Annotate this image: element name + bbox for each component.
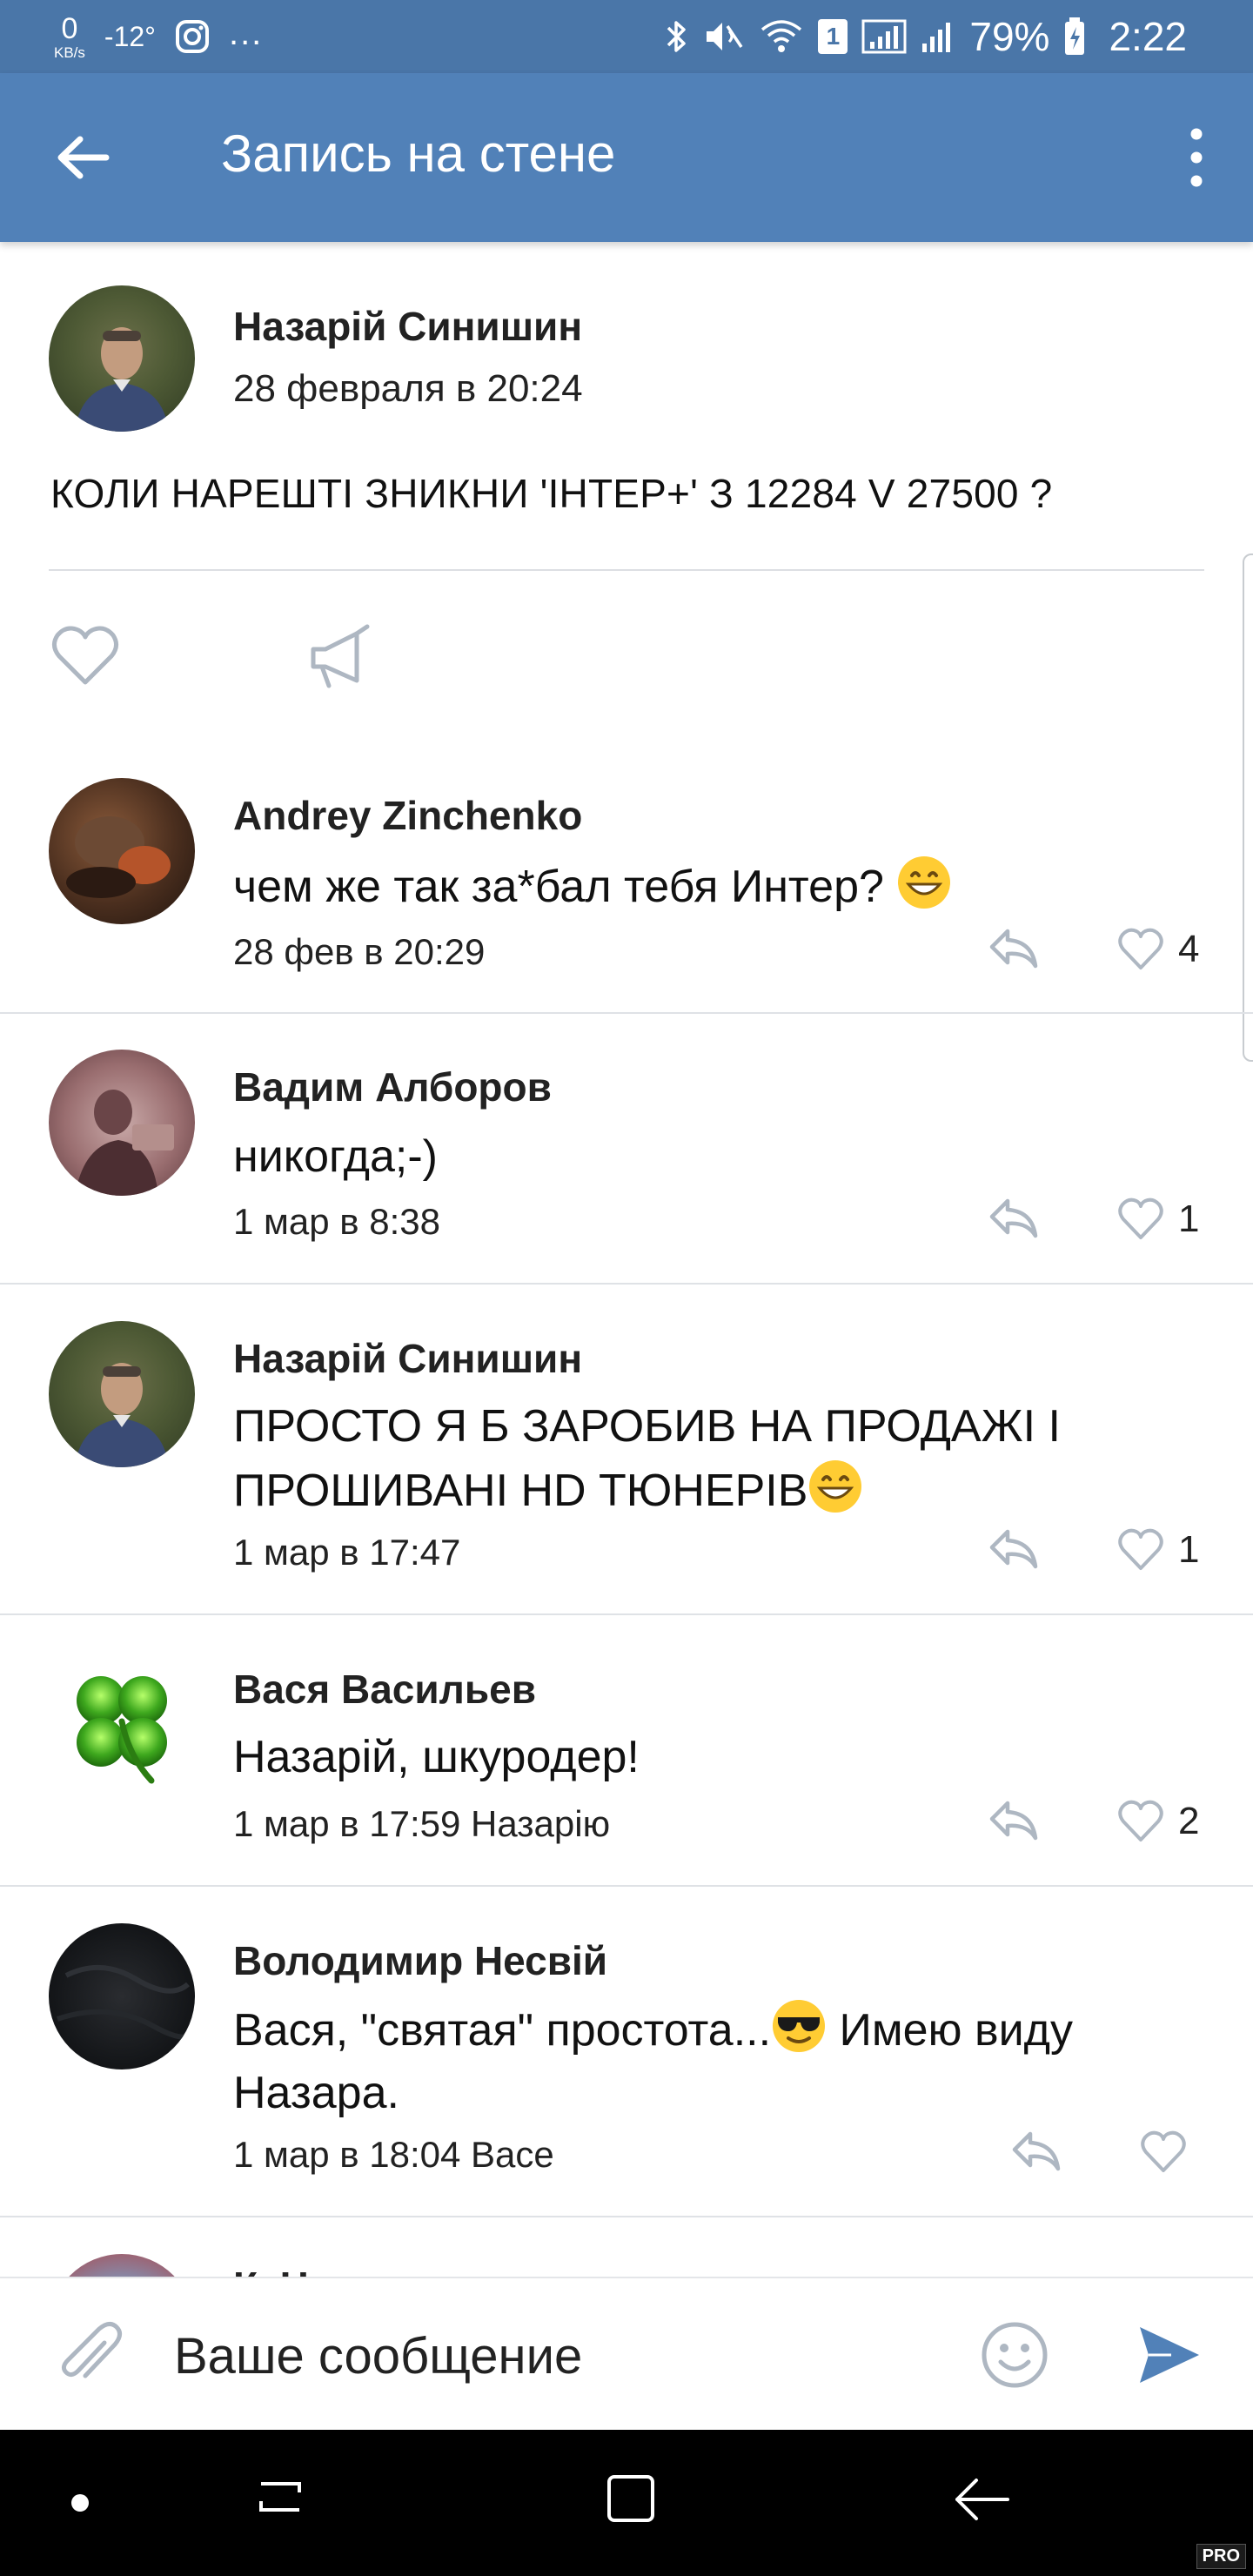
status-bar-left: 0 KB/s -12° ...: [54, 12, 263, 61]
reply-icon[interactable]: [987, 1798, 1041, 1843]
heart-icon[interactable]: [50, 625, 120, 688]
comment-author-name[interactable]: Назарій Синишин: [233, 1335, 582, 1382]
comment-author-name[interactable]: Andrey Zinchenko: [233, 792, 582, 839]
reply-icon[interactable]: [1009, 2129, 1063, 2174]
like-count: 4: [1178, 928, 1200, 970]
comment-text: Назарій, шкуродер!: [233, 1732, 640, 1782]
comment-separator: [0, 1283, 1253, 1285]
status-bar-right: 1 79% 2:22: [663, 10, 1187, 63]
comment-separator: [0, 1012, 1253, 1014]
comment-separator: [0, 2216, 1253, 2217]
like-count: 1: [1178, 1197, 1200, 1240]
more-vertical-icon[interactable]: [1183, 125, 1209, 190]
comment-author-name[interactable]: Володимир Несвій: [233, 1937, 607, 1984]
comment-avatar[interactable]: [49, 778, 195, 924]
reply-icon[interactable]: [987, 1196, 1041, 1241]
home-icon[interactable]: [600, 2468, 661, 2529]
comment-meta: 28 фев в 20:29: [233, 931, 486, 972]
comment-text-line2-wrap: ПРОШИВАНІ HD ТЮНЕРІВ: [233, 1459, 1208, 1523]
comment-meta: 1 мар в 8:38: [233, 1201, 441, 1242]
page-title: Запись на стене: [221, 124, 616, 183]
comment-avatar[interactable]: [49, 1321, 195, 1467]
comment-text-line2: Назара.: [233, 2067, 399, 2118]
comment-avatar[interactable]: [49, 1652, 195, 1798]
app-bar: Запись на стене: [0, 73, 1253, 242]
clover-icon: [77, 1676, 167, 1784]
signal-icon: [861, 19, 907, 54]
grinning-emoji-icon: [809, 1459, 862, 1513]
comment-separator: [0, 1885, 1253, 1887]
send-icon[interactable]: [1136, 2322, 1203, 2388]
watermark-text: PRO: [1202, 2546, 1240, 2566]
post-author-name[interactable]: Назарій Синишин: [233, 303, 582, 350]
comment-text-content: чем же так за*бал тебя Интер?: [233, 862, 897, 912]
network-speed-value: 0: [61, 11, 78, 45]
nav-dot-icon[interactable]: [71, 2494, 89, 2512]
battery-icon: [1065, 17, 1085, 55]
message-input-bar: [0, 2277, 1253, 2432]
status-bar: 0 KB/s -12° ... 1 79% 2:22: [0, 0, 1253, 73]
heart-icon[interactable]: [1117, 928, 1164, 971]
post-text: КОЛИ НАРЕШТІ ЗНИКНИ 'ІНТЕР+' З 12284 V 2…: [50, 471, 1053, 516]
network-speed-unit: KB/s: [54, 44, 85, 61]
sim-badge-label: 1: [826, 23, 841, 50]
comment-text-line1-wrap: Вася, "святая" простота... Имею виду: [233, 1998, 1208, 2063]
system-nav-bar: PRO: [0, 2430, 1253, 2576]
comment-avatar[interactable]: [49, 1050, 195, 1196]
more-notifications: ...: [228, 13, 264, 52]
paperclip-icon[interactable]: [52, 2317, 125, 2395]
comment-text-part2: Имею виду: [827, 2005, 1073, 2056]
scroll-indicator[interactable]: [1243, 553, 1253, 1062]
network-speed: 0 KB/s: [54, 14, 85, 60]
post-author-avatar[interactable]: [49, 285, 195, 432]
reply-icon[interactable]: [987, 1526, 1041, 1572]
heart-icon[interactable]: [1140, 2130, 1187, 2174]
smile-icon[interactable]: [980, 2320, 1049, 2390]
watermark-logo: PRO: [1196, 2544, 1246, 2569]
comment-text-part1: Вася, "святая" простота...: [233, 2005, 772, 2056]
battery-percent: 79%: [969, 14, 1050, 59]
comment-text: чем же так за*бал тебя Интер?: [233, 855, 1208, 919]
instagram-icon: [175, 20, 209, 53]
comment-meta: 1 мар в 18:04 Васе: [233, 2134, 554, 2175]
comment-text-line1: ПРОСТО Я Б ЗАРОБИВ НА ПРОДАЖІ І: [233, 1401, 1061, 1452]
nav-back-icon[interactable]: [950, 2472, 1013, 2527]
comment-text: никогда;-): [233, 1131, 438, 1182]
recent-apps-icon[interactable]: [252, 2472, 308, 2527]
comment-separator: [0, 1613, 1253, 1615]
heart-icon[interactable]: [1117, 1197, 1164, 1241]
clock: 2:22: [1109, 14, 1187, 59]
reply-icon[interactable]: [987, 926, 1041, 971]
comment-text-line2: ПРОШИВАНІ HD ТЮНЕРІВ: [233, 1465, 808, 1516]
comment-meta: 1 мар в 17:59 Назарію: [233, 1803, 611, 1844]
post-date: 28 февраля в 20:24: [233, 367, 583, 410]
heart-icon[interactable]: [1117, 1528, 1164, 1572]
like-count: 2: [1178, 1800, 1200, 1842]
grinning-emoji-icon: [898, 856, 951, 909]
heart-icon[interactable]: [1117, 1800, 1164, 1843]
mute-icon: [707, 23, 743, 50]
bluetooth-icon: [667, 21, 687, 52]
sunglasses-emoji-icon: [773, 2000, 826, 2052]
comment-text: ПРОСТО Я Б ЗАРОБИВ НА ПРОДАЖІ І ПРОШИВАН…: [233, 1396, 1208, 1523]
comment-author-name[interactable]: Вася Васильев: [233, 1666, 536, 1713]
temperature: -12°: [104, 20, 156, 52]
arrow-left-icon[interactable]: [52, 127, 113, 188]
like-count: 1: [1178, 1528, 1200, 1571]
post-divider: [49, 569, 1204, 571]
comment-avatar[interactable]: [49, 1923, 195, 2070]
message-input[interactable]: [174, 2317, 940, 2395]
comment-author-name[interactable]: Вадим Алборов: [233, 1063, 552, 1110]
megaphone-icon[interactable]: [306, 623, 376, 689]
wifi-icon: [761, 20, 802, 52]
signal-2-icon: [922, 23, 951, 52]
comment-text: Вася, "святая" простота... Имею виду Наз…: [233, 1998, 1208, 2125]
sim-badge: 1: [818, 19, 848, 54]
comment-meta: 1 мар в 17:47: [233, 1532, 461, 1573]
